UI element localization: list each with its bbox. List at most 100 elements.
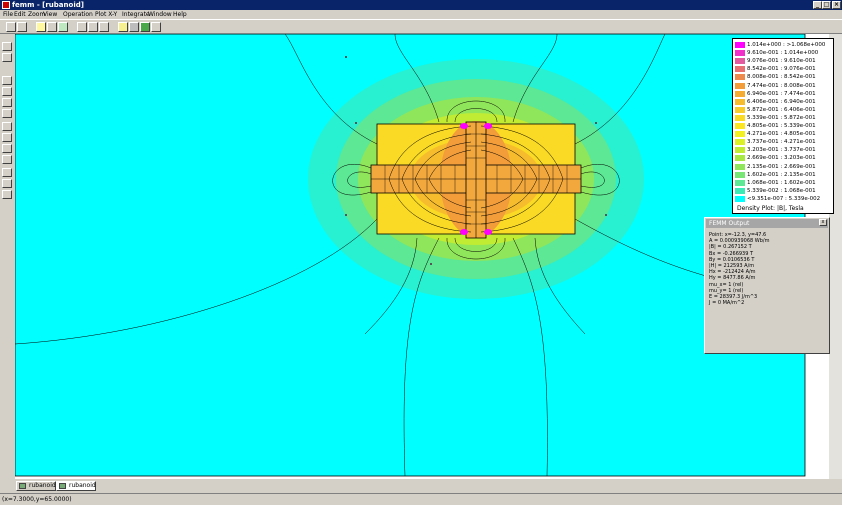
legend-swatch bbox=[735, 179, 745, 186]
pan-up-icon[interactable] bbox=[2, 122, 12, 131]
legend-label: 5.872e-001 : 6.406e-001 bbox=[747, 106, 816, 113]
pan-down-icon[interactable] bbox=[2, 133, 12, 142]
legend-row: 1.602e-001 : 2.135e-001 bbox=[735, 171, 833, 179]
tab-rubanoid-geometry[interactable]: rubanoid bbox=[16, 481, 56, 491]
status-bar: (x=7.3000,y=65.0000) bbox=[0, 493, 842, 505]
legend-row: 2.669e-001 : 3.203e-001 bbox=[735, 154, 833, 162]
legend-swatch bbox=[735, 155, 745, 162]
legend-label: 4.805e-001 : 5.339e-001 bbox=[747, 123, 816, 129]
output-line: J = 0 MA/m^2 bbox=[709, 300, 745, 307]
legend-label: 8.008e-001 : 8.542e-001 bbox=[747, 74, 816, 81]
field-domain bbox=[15, 34, 805, 476]
legend-label: 4.271e-001 : 4.805e-001 bbox=[747, 131, 816, 138]
contour-mode-icon[interactable] bbox=[47, 22, 57, 32]
minimize-button[interactable]: _ bbox=[813, 1, 822, 9]
legend-swatch bbox=[735, 131, 745, 138]
zoom-window-icon[interactable] bbox=[2, 42, 12, 51]
main-toolbar bbox=[0, 19, 842, 34]
legend-label: 3.737e-001 : 4.271e-001 bbox=[747, 139, 816, 146]
legend-row: 3.737e-001 : 4.271e-001 bbox=[735, 138, 833, 146]
legend-row: 9.076e-001 : 9.610e-001 bbox=[735, 57, 833, 65]
vector-plot-icon[interactable] bbox=[140, 22, 150, 32]
zoom-region-icon[interactable] bbox=[2, 109, 12, 118]
open-file-icon[interactable] bbox=[17, 22, 27, 32]
legend-swatch bbox=[735, 50, 745, 57]
legend-swatch bbox=[735, 98, 745, 105]
legend-swatch bbox=[735, 58, 745, 65]
close-button[interactable]: × bbox=[832, 1, 841, 9]
legend-swatch bbox=[735, 42, 745, 48]
pan-right-icon[interactable] bbox=[2, 155, 12, 164]
legend-label: 1.602e-001 : 2.135e-001 bbox=[747, 171, 816, 178]
maximize-button[interactable]: □ bbox=[822, 1, 831, 9]
legend-label: 8.542e-001 : 9.076e-001 bbox=[747, 66, 816, 73]
new-file-icon[interactable] bbox=[6, 22, 16, 32]
grid-icon[interactable] bbox=[2, 168, 12, 177]
menu-file[interactable]: File bbox=[3, 10, 13, 19]
zoom-fit-icon[interactable] bbox=[2, 98, 12, 107]
legend-label: 9.076e-001 : 9.610e-001 bbox=[747, 58, 816, 65]
menu-integrate[interactable]: Integrate bbox=[122, 10, 150, 19]
left-toolbar bbox=[0, 36, 14, 481]
contour-plot-icon[interactable] bbox=[129, 22, 139, 32]
legend-row: 8.008e-001 : 8.542e-001 bbox=[735, 73, 833, 81]
legend-label: <9.351e-007 : 5.339e-002 bbox=[747, 195, 821, 202]
legend-row: 1.014e+000 : >1.068e+000 bbox=[735, 41, 833, 49]
legend-row: 3.203e-001 : 3.737e-001 bbox=[735, 146, 833, 154]
legend-swatch bbox=[735, 90, 745, 97]
point-mode-icon[interactable] bbox=[36, 22, 46, 32]
menu-view[interactable]: View bbox=[43, 10, 57, 19]
tab-label: rubanoid bbox=[69, 482, 96, 489]
legend-label: 7.474e-001 : 8.008e-001 bbox=[747, 82, 816, 89]
legend-label: 2.135e-001 : 2.669e-001 bbox=[747, 163, 816, 170]
legend-label: 5.339e-001 : 5.872e-001 bbox=[747, 114, 816, 121]
menu-plot-xy[interactable]: Plot X-Y bbox=[95, 10, 117, 19]
legend-label: 5.339e-002 : 1.068e-001 bbox=[747, 187, 816, 194]
legend-swatch bbox=[735, 139, 745, 146]
solution-doc-icon bbox=[59, 483, 66, 489]
menu-operation[interactable]: Operation bbox=[63, 10, 93, 19]
menu-help[interactable]: Help bbox=[173, 10, 187, 19]
window-titlebar: femm - [rubanoid] _ □ × bbox=[0, 0, 842, 10]
output-close-button[interactable]: x bbox=[819, 219, 827, 226]
tab-rubanoid-solution[interactable]: rubanoid bbox=[56, 481, 96, 491]
menu-window[interactable]: Window bbox=[148, 10, 172, 19]
snap-grid-icon[interactable] bbox=[2, 179, 12, 188]
femm-output-window[interactable]: FEMM Output x Point: x=-12.3, y=47.6 A = … bbox=[704, 217, 830, 354]
legend-swatch bbox=[735, 82, 745, 89]
legend-row: 6.406e-001 : 6.940e-001 bbox=[735, 98, 833, 106]
legend-swatch bbox=[735, 147, 745, 154]
window-title: femm - [rubanoid] bbox=[12, 1, 84, 9]
legend-row: <9.351e-007 : 5.339e-002 bbox=[735, 195, 833, 203]
pan-left-icon[interactable] bbox=[2, 144, 12, 153]
plot-xy-icon[interactable] bbox=[88, 22, 98, 32]
area-mode-icon[interactable] bbox=[58, 22, 68, 32]
legend-row: 1.068e-001 : 1.602e-001 bbox=[735, 179, 833, 187]
show-mesh-icon[interactable] bbox=[77, 22, 87, 32]
legend-row: 2.135e-001 : 2.669e-001 bbox=[735, 163, 833, 171]
legend-swatch bbox=[735, 66, 745, 73]
zoom-out-icon[interactable] bbox=[2, 87, 12, 96]
cursor-coordinates: (x=7.3000,y=65.0000) bbox=[2, 496, 72, 503]
density-plot-icon[interactable] bbox=[118, 22, 128, 32]
zoom-in-icon[interactable] bbox=[2, 76, 12, 85]
legend-swatch bbox=[735, 163, 745, 170]
menu-edit[interactable]: Edit bbox=[14, 10, 26, 19]
output-values: Point: x=-12.3, y=47.6 A = 0.000939068 Wb… bbox=[709, 232, 769, 306]
legend-swatch bbox=[735, 74, 745, 81]
legend-swatch bbox=[735, 123, 745, 129]
zoom-natural-icon[interactable] bbox=[2, 53, 12, 62]
integrate-icon[interactable] bbox=[99, 22, 109, 32]
legend-row: 4.805e-001 : 5.339e-001 bbox=[735, 122, 833, 130]
legend-swatch bbox=[735, 171, 745, 178]
legend-row: 4.271e-001 : 4.805e-001 bbox=[735, 130, 833, 138]
legend-row: 5.872e-001 : 6.406e-001 bbox=[735, 106, 833, 114]
legend-row: 9.610e-001 : 1.014e+000 bbox=[735, 49, 833, 57]
legend-label: 2.669e-001 : 3.203e-001 bbox=[747, 155, 816, 162]
density-legend: 1.014e+000 : >1.068e+000 9.610e-001 : 1.0… bbox=[732, 38, 834, 214]
grid-settings-icon[interactable] bbox=[2, 190, 12, 199]
legend-label: 1.068e-001 : 1.602e-001 bbox=[747, 179, 816, 186]
pointer-icon[interactable] bbox=[151, 22, 161, 32]
legend-label: 6.406e-001 : 6.940e-001 bbox=[747, 98, 816, 105]
menu-bar: File Edit Zoom View Operation Plot X-Y I… bbox=[0, 10, 842, 19]
